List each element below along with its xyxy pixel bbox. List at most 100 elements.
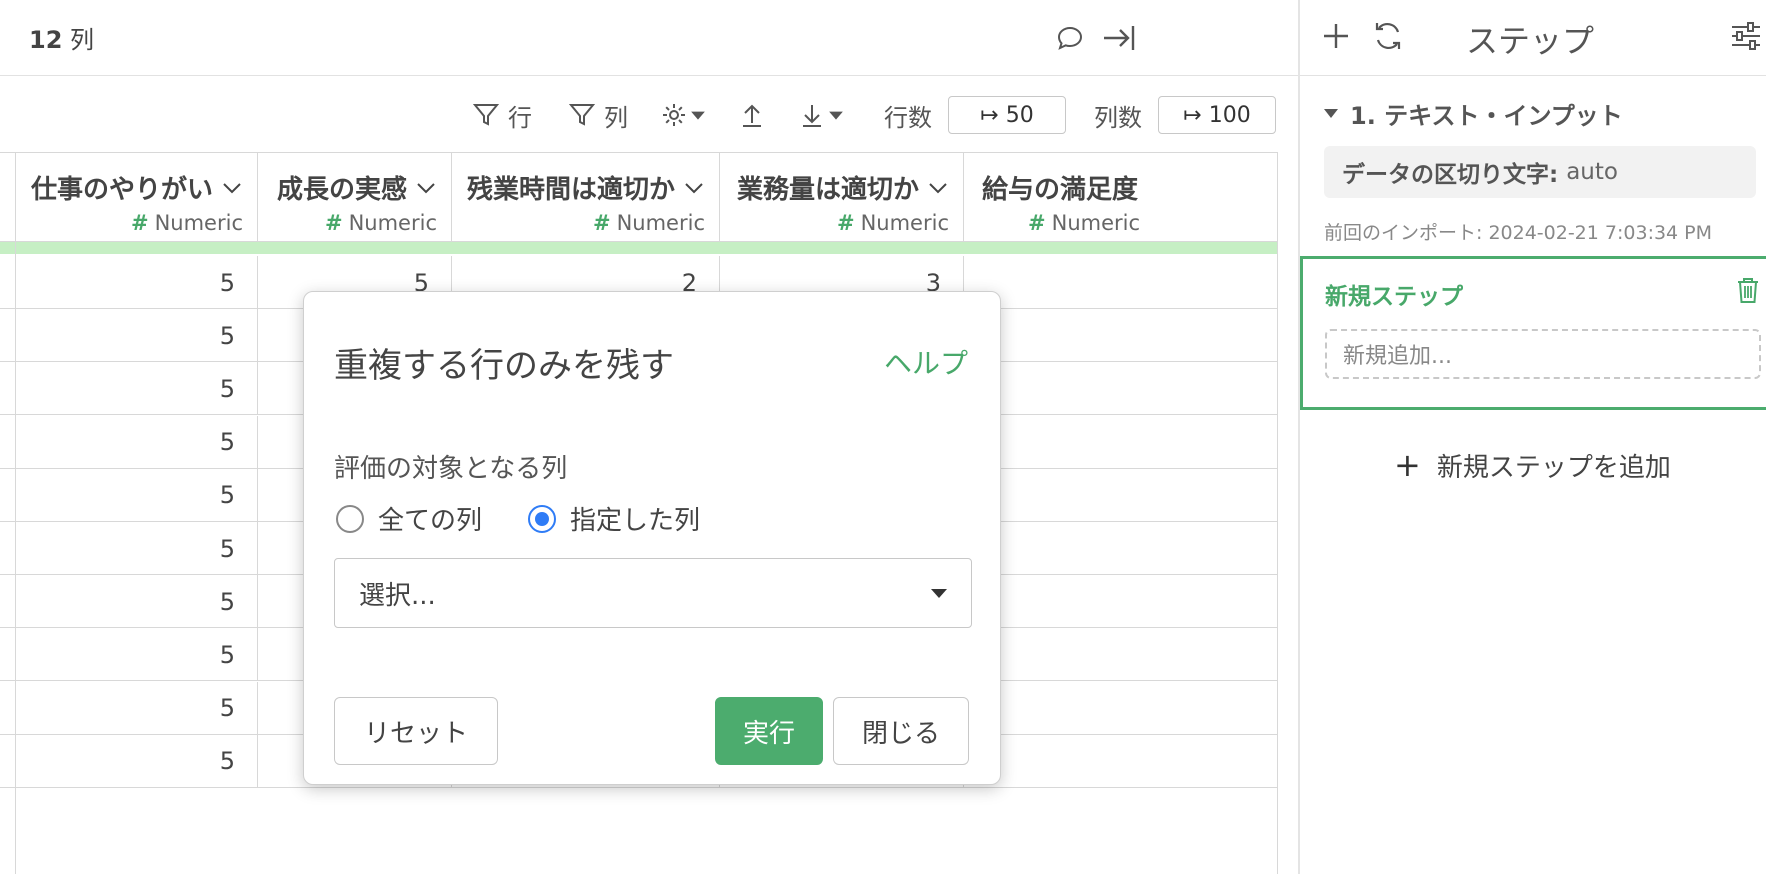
radio-button-checked[interactable] (528, 504, 556, 533)
column-type-label: # Numeric (593, 211, 705, 235)
gear-icon (663, 104, 685, 126)
row-filter-button[interactable]: 行 (472, 97, 532, 133)
table-left-divider (15, 152, 16, 874)
table-cell[interactable] (964, 362, 1278, 415)
step-text-input-header[interactable]: 1. テキスト・インプット (1324, 96, 1623, 131)
numeric-type-icon: # (592, 211, 611, 235)
table-cell[interactable]: 5 (16, 575, 258, 629)
chevron-down-icon (931, 589, 947, 598)
column-type-text: Numeric (1051, 211, 1141, 235)
column-quality-bar (0, 242, 1278, 254)
column-count-label: 列数 (1094, 103, 1142, 132)
column-type-label: # Numeric (131, 211, 243, 235)
new-step-card: 新規ステップ 新規追加... (1300, 256, 1766, 410)
table-cell[interactable] (964, 522, 1278, 575)
column-type-text: Numeric (348, 211, 437, 235)
column-select-dropdown[interactable]: 選択... (334, 558, 972, 628)
column-header[interactable]: 成長の実感 # Numeric (258, 153, 452, 243)
table-cell[interactable] (964, 575, 1278, 628)
filter-icon (568, 104, 596, 126)
chevron-down-icon[interactable] (221, 177, 243, 199)
refresh-icon[interactable] (1370, 18, 1406, 54)
radio-button-unchecked[interactable] (336, 504, 364, 533)
add-icon[interactable] (1318, 18, 1354, 54)
table-header: 仕事のやりがい # Numeric 成長の実感 # Numeric 残業時間は適切か # Num… (0, 152, 1278, 243)
column-header[interactable]: 給与の満足度 # Numeric (964, 153, 1278, 243)
new-step-input[interactable]: 新規追加... (1325, 329, 1761, 379)
sort-asc-button[interactable] (738, 97, 774, 133)
table-cell[interactable]: 5 (16, 681, 258, 735)
step-parameter[interactable]: データの区切り文字: auto (1324, 146, 1756, 198)
target-columns-label: 評価の対象となる列 (334, 454, 568, 484)
chevron-down-icon[interactable] (683, 177, 705, 199)
collapse-panel-icon[interactable] (1100, 20, 1136, 56)
dialog-title: 重複する行のみを残す (334, 346, 674, 386)
settings-dropdown-button[interactable] (660, 97, 714, 133)
table-cell[interactable]: 5 (16, 628, 258, 682)
table-cell[interactable] (964, 682, 1278, 735)
column-filter-button[interactable]: 列 (568, 97, 628, 133)
column-header-name: 成長の実感 (276, 175, 407, 205)
column-count-input[interactable]: ↦ 100 (1158, 96, 1276, 134)
table-cell[interactable]: 5 (16, 468, 258, 522)
steps-panel: ステップ 1. テキスト・インプット データの区切り文字: auto 前回のイン… (1298, 0, 1766, 874)
radio-selected-columns[interactable]: 指定した列 (528, 500, 700, 537)
table-cell[interactable] (964, 256, 1278, 309)
caret-down-icon (691, 111, 705, 120)
column-type-label: # Numeric (325, 211, 437, 235)
reset-button[interactable]: リセット (334, 697, 498, 765)
table-toolbar: 行 列 行数 ↦ 50 列数 ↦ 100 (0, 77, 1298, 152)
column-type-text: Numeric (616, 211, 705, 235)
table-cell[interactable] (964, 735, 1278, 788)
top-bar: 12 列 (0, 0, 1298, 76)
row-count-input[interactable]: ↦ 50 (948, 96, 1066, 134)
export-dropdown-button[interactable] (798, 97, 852, 133)
trash-icon[interactable] (1734, 275, 1762, 305)
numeric-type-icon: # (836, 211, 855, 235)
numeric-type-icon: # (1028, 211, 1046, 235)
chevron-down-icon[interactable] (927, 177, 949, 199)
steps-panel-header: ステップ (1300, 0, 1766, 76)
numeric-type-icon: # (130, 211, 149, 235)
column-header-name: 残業時間は適切か (466, 175, 675, 205)
column-type-text: Numeric (860, 211, 949, 235)
column-header[interactable]: 残業時間は適切か # Numeric (452, 153, 720, 243)
table-cell[interactable]: 5 (16, 415, 258, 469)
table-cell[interactable]: 5 (16, 734, 258, 788)
numeric-type-icon: # (324, 211, 343, 235)
table-cell[interactable] (964, 469, 1278, 522)
column-header-name: 業務量は適切か (736, 175, 919, 205)
help-link[interactable]: ヘルプ (884, 342, 968, 382)
arrow-up-icon (743, 104, 761, 127)
table-cell[interactable]: 5 (16, 522, 258, 575)
column-count-display: 12 列 (29, 26, 95, 54)
comment-icon[interactable] (1052, 20, 1088, 56)
plus-icon: + (1394, 446, 1421, 484)
caret-down-icon (829, 111, 843, 120)
run-button[interactable]: 実行 (715, 697, 823, 765)
arrow-down-icon (803, 105, 821, 127)
column-header[interactable]: 仕事のやりがい # Numeric (16, 153, 258, 243)
filter-icon (472, 104, 500, 126)
data-view: 12 列 行 列 行数 ↦ 50 列数 ↦ 100 仕事のやりがい # Nume… (0, 0, 1298, 874)
table-cell[interactable]: 5 (16, 256, 258, 309)
table-cell[interactable] (964, 628, 1278, 681)
sliders-icon[interactable] (1728, 18, 1764, 54)
row-count-label: 行数 (884, 103, 932, 132)
table-cell[interactable]: 5 (16, 362, 258, 416)
app-window: 12 列 行 列 行数 ↦ 50 列数 ↦ 100 仕事のやりがい # Nume… (0, 0, 1766, 874)
chevron-down-icon[interactable] (415, 177, 437, 199)
add-new-step-button[interactable]: + 新規ステップを追加 (1394, 446, 1671, 484)
close-button[interactable]: 閉じる (833, 697, 969, 765)
column-header-name: 仕事のやりがい (30, 175, 213, 205)
column-type-label: # Numeric (837, 211, 949, 235)
column-header[interactable]: 業務量は適切か # Numeric (720, 153, 964, 243)
table-cell[interactable] (964, 309, 1278, 362)
table-edge-divider (1277, 152, 1278, 874)
new-step-title: 新規ステップ (1325, 284, 1463, 310)
caret-down-icon (1324, 109, 1338, 118)
radio-all-columns[interactable]: 全ての列 (336, 500, 482, 537)
table-cell[interactable]: 5 (16, 309, 258, 363)
column-type-label: # Numeric (1028, 211, 1140, 235)
table-cell[interactable] (964, 416, 1278, 469)
